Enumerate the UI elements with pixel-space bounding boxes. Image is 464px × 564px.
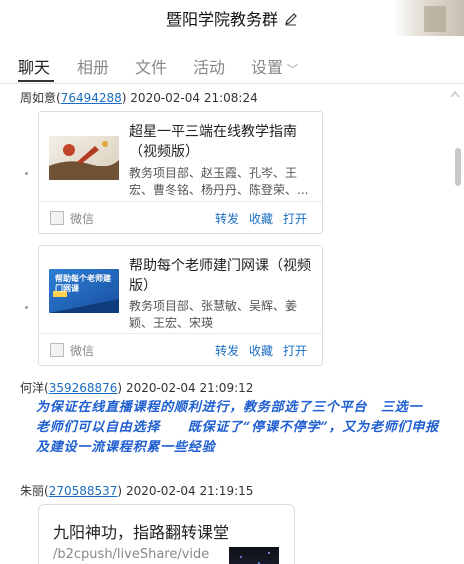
tab-activity[interactable]: 活动 [193, 54, 225, 78]
card-thumbnail: 帮助每个老师建门网课 [49, 269, 119, 313]
sender-name: 朱丽 [20, 484, 45, 498]
wechat-icon [50, 211, 64, 225]
tab-settings[interactable]: 设置 ﹀ [251, 54, 298, 78]
card-source: 微信 [70, 344, 95, 358]
share-card[interactable]: 超星一平三端在线教学指南（视频版） 教务项目部、赵玉霞、孔岑、王宏、曹冬铭、杨丹… [38, 111, 323, 234]
sender-qq-link[interactable]: 359268876 [49, 381, 118, 395]
active-tab-indicator [18, 80, 54, 82]
sender-qq-link[interactable]: 270588537 [49, 484, 118, 498]
sender-name: 周如意 [20, 91, 57, 105]
sender-qq-link[interactable]: 76494288 [61, 91, 122, 105]
tab-files[interactable]: 文件 [135, 54, 167, 78]
tab-chat[interactable]: 聊天 [18, 54, 50, 78]
forward-button[interactable]: 转发 [215, 342, 239, 359]
message-header: 周如意(76494288) 2020-02-04 21:08:24 [20, 91, 258, 105]
thumbnail-caption: 帮助每个老师建门网课 [55, 274, 111, 293]
link-card-url: /b2cpush/liveShare/vide [53, 547, 210, 562]
message-time: 2020-02-04 21:08:24 [130, 91, 258, 105]
forward-button[interactable]: 转发 [215, 210, 239, 227]
message-header: 何洋(359268876) 2020-02-04 21:09:12 [20, 381, 254, 395]
edit-icon[interactable] [284, 11, 298, 30]
scrollbar[interactable] [452, 85, 464, 564]
favorite-button[interactable]: 收藏 [249, 210, 273, 227]
chat-message-list[interactable]: 周如意(76494288) 2020-02-04 21:08:24 超星一平三端… [0, 85, 464, 564]
tab-bar: 聊天 相册 文件 活动 设置 ﹀ [0, 48, 464, 84]
favorite-button[interactable]: 收藏 [249, 342, 273, 359]
tab-album[interactable]: 相册 [77, 54, 109, 78]
sender-name: 何洋 [20, 381, 45, 395]
card-title[interactable]: 超星一平三端在线教学指南（视频版） [129, 122, 315, 162]
chevron-down-icon: ﹀ [287, 63, 299, 76]
card-bullet [25, 172, 28, 175]
title-bar: 暨阳学院教务群 [0, 0, 464, 36]
open-button[interactable]: 打开 [283, 342, 307, 359]
share-card[interactable]: 帮助每个老师建门网课 帮助每个老师建门网课（视频版） 教务项目部、张慧敏、吴辉、… [38, 245, 323, 366]
open-button[interactable]: 打开 [283, 210, 307, 227]
card-description: 教务项目部、张慧敏、吴辉、姜颖、王宏、宋瑛 [129, 299, 298, 330]
link-card[interactable]: 九阳神功，指路翻转课堂 /b2cpush/liveShare/vide [38, 504, 295, 564]
card-thumbnail [49, 136, 119, 180]
message-header: 朱丽(270588537) 2020-02-04 21:19:15 [20, 484, 254, 498]
wechat-icon [50, 343, 64, 357]
tab-settings-label: 设置 [251, 58, 284, 77]
card-description: 教务项目部、赵玉霞、孔岑、王宏、曹冬铭、杨丹丹、陈登荣、... [129, 166, 309, 197]
card-footer: 微信 转发 收藏 打开 [39, 201, 322, 233]
card-bullet [25, 306, 28, 309]
message-text: 为保证在线直播课程的顺利进行，教务部选了三个平台 三选一 老师们可以自由选择 既… [36, 400, 439, 455]
link-card-title[interactable]: 九阳神功，指路翻转课堂 [53, 519, 229, 543]
card-footer: 微信 转发 收藏 打开 [39, 333, 322, 365]
card-title[interactable]: 帮助每个老师建门网课（视频版） [129, 256, 315, 296]
group-title: 暨阳学院教务群 [165, 10, 278, 29]
link-card-thumbnail [229, 547, 279, 564]
scrollbar-thumb[interactable] [455, 148, 461, 186]
card-source: 微信 [70, 212, 95, 226]
message-time: 2020-02-04 21:09:12 [125, 381, 254, 395]
message-time: 2020-02-04 21:19:15 [125, 484, 254, 498]
